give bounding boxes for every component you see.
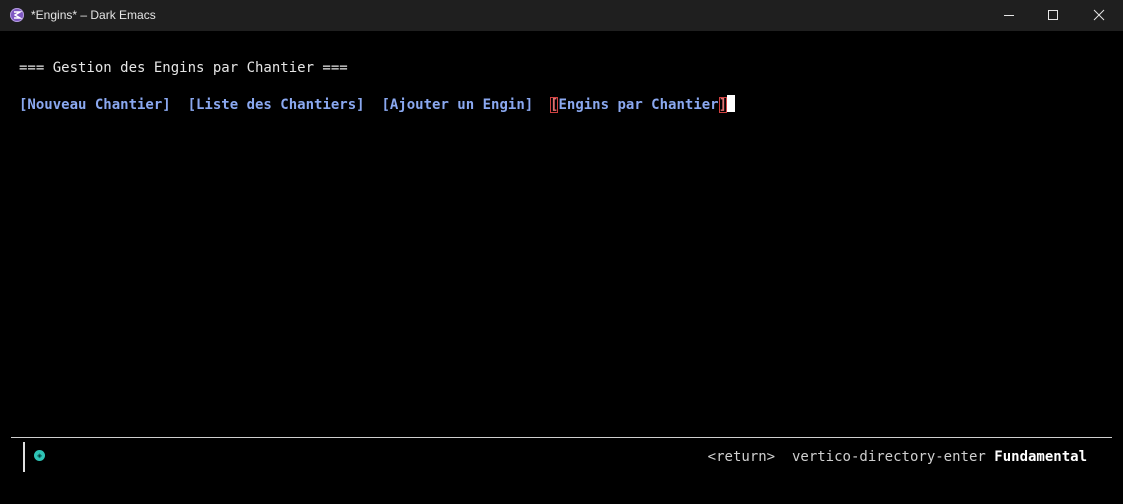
major-mode[interactable]: Fundamental	[994, 449, 1087, 465]
buffer-button-row: [Nouveau Chantier] [Liste des Chantiers]…	[19, 95, 736, 114]
machines-by-site-label: Engins par Chantier	[558, 97, 719, 113]
modeline-right: <return> vertico-directory-enter Fundame…	[708, 448, 1087, 466]
buffer-heading: === Gestion des Engins par Chantier ===	[19, 60, 348, 76]
status-indicator-icon: ◈	[34, 450, 45, 461]
window-title: *Engins* – Dark Emacs	[31, 8, 156, 22]
machines-by-site-button[interactable]: [Engins par Chantier]	[550, 97, 728, 113]
status-indicator-glyph: ◈	[37, 451, 42, 460]
minimize-icon	[1004, 15, 1014, 16]
buffer-area[interactable]: === Gestion des Engins par Chantier === …	[0, 31, 1123, 437]
emacs-window: *Engins* – Dark Emacs === Gestion des En…	[0, 0, 1123, 504]
command-name: vertico-directory-enter	[791, 449, 986, 465]
new-site-button[interactable]: [Nouveau Chantier]	[19, 97, 171, 113]
text-cursor	[727, 95, 736, 112]
minimize-button[interactable]	[986, 0, 1032, 31]
maximize-button[interactable]	[1030, 0, 1076, 31]
list-sites-button[interactable]: [Liste des Chantiers]	[188, 97, 365, 113]
active-close-bracket: ]	[718, 97, 728, 113]
mode-line: ◈ <return> vertico-directory-enter Funda…	[11, 438, 1112, 474]
key-hint: <return>	[707, 449, 776, 465]
close-button[interactable]	[1076, 0, 1122, 31]
title-bar[interactable]: *Engins* – Dark Emacs	[0, 0, 1123, 31]
close-icon	[1093, 9, 1105, 21]
maximize-icon	[1048, 10, 1058, 20]
modeline-edge-bar	[23, 442, 25, 472]
emacs-app-icon	[10, 8, 24, 22]
add-machine-button[interactable]: [Ajouter un Engin]	[381, 97, 533, 113]
